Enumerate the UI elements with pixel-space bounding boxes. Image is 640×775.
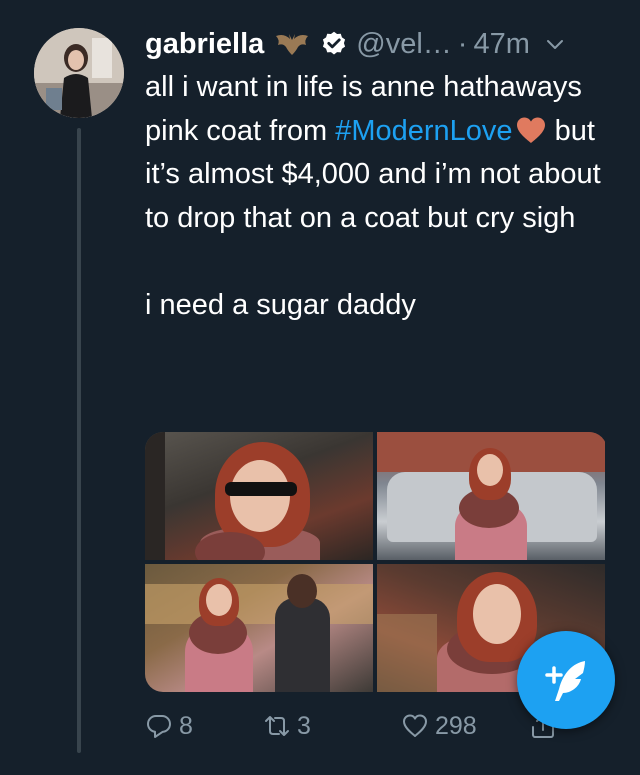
retweet-button[interactable]: 3	[263, 712, 391, 741]
avatar-photo	[34, 28, 124, 118]
reply-button[interactable]: 8	[145, 712, 263, 741]
compose-tweet-icon	[545, 661, 585, 701]
author-handle[interactable]: @vel…	[356, 28, 452, 61]
author-name[interactable]: gabriella	[145, 28, 264, 61]
like-count: 298	[435, 711, 477, 740]
chevron-down-icon[interactable]	[544, 33, 566, 55]
media-photo-1[interactable]	[145, 432, 373, 560]
like-button[interactable]: 298	[401, 712, 511, 741]
author-avatar[interactable]	[34, 28, 124, 118]
tweet-actions: 8 3 298	[145, 706, 565, 746]
media-photo-2[interactable]	[377, 432, 605, 560]
thread-connector-line	[77, 128, 81, 753]
tweet-paragraph-1: all i want in life is anne hathaways pin…	[145, 66, 615, 240]
media-photo-3[interactable]	[145, 564, 373, 692]
tweet-header: gabriella @vel… · 47m	[145, 22, 625, 66]
header-separator: ·	[457, 27, 468, 60]
tweet-paragraph-2: i need a sugar daddy	[145, 288, 416, 321]
tweet-text: all i want in life is anne hathaways pin…	[145, 66, 615, 327]
compose-tweet-button[interactable]	[517, 631, 615, 729]
tweet-timestamp[interactable]: 47m	[473, 28, 529, 61]
retweet-icon	[265, 716, 289, 736]
bat-icon	[276, 34, 309, 55]
hashtag-link[interactable]: #ModernLove	[335, 115, 512, 147]
reply-count: 8	[179, 711, 193, 740]
verified-badge-icon	[323, 31, 346, 55]
reply-icon	[147, 715, 171, 738]
retweet-count: 3	[297, 711, 311, 740]
orange-heart-icon	[516, 117, 545, 143]
heart-icon	[403, 714, 427, 737]
